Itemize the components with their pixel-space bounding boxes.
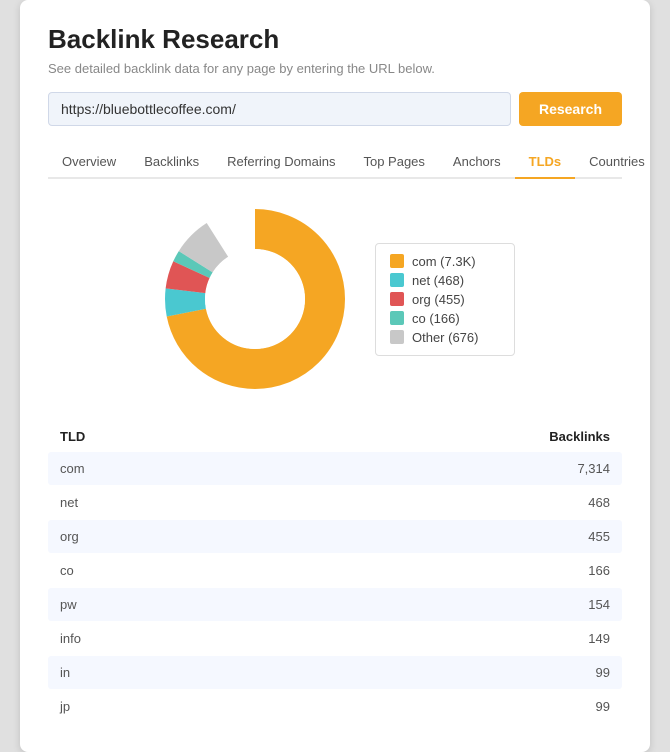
chart-legend: com (7.3K) net (468) org (455) co (166) … — [375, 243, 515, 356]
tab-referring-domains[interactable]: Referring Domains — [213, 146, 349, 179]
backlinks-cell: 99 — [530, 665, 610, 680]
table-row: in 99 — [48, 656, 622, 689]
tab-top-pages[interactable]: Top Pages — [349, 146, 438, 179]
table-row: info 149 — [48, 622, 622, 655]
tld-cell: org — [60, 529, 530, 544]
research-button[interactable]: Research — [519, 92, 622, 126]
donut-chart — [155, 199, 355, 399]
tld-cell: net — [60, 495, 530, 510]
backlinks-cell: 99 — [530, 699, 610, 714]
legend-item: net (468) — [390, 273, 500, 288]
tld-cell: jp — [60, 699, 530, 714]
legend-color-swatch — [390, 273, 404, 287]
table-row: jp 99 — [48, 690, 622, 723]
legend-item: co (166) — [390, 311, 500, 326]
tabs-nav: OverviewBacklinksReferring DomainsTop Pa… — [48, 146, 622, 179]
backlinks-cell: 149 — [530, 631, 610, 646]
page-subtitle: See detailed backlink data for any page … — [48, 61, 622, 76]
legend-item: com (7.3K) — [390, 254, 500, 269]
tld-cell: pw — [60, 597, 530, 612]
backlinks-cell: 455 — [530, 529, 610, 544]
legend-item: Other (676) — [390, 330, 500, 345]
legend-color-swatch — [390, 254, 404, 268]
page-title: Backlink Research — [48, 24, 622, 55]
table-row: com 7,314 — [48, 452, 622, 485]
tld-cell: com — [60, 461, 530, 476]
tld-cell: info — [60, 631, 530, 646]
legend-color-swatch — [390, 311, 404, 325]
col-header-backlinks: Backlinks — [530, 429, 610, 444]
legend-label: com (7.3K) — [412, 254, 476, 269]
chart-section: com (7.3K) net (468) org (455) co (166) … — [48, 199, 622, 399]
tab-countries[interactable]: Countries — [575, 146, 659, 179]
tab-overview[interactable]: Overview — [48, 146, 130, 179]
search-input[interactable] — [48, 92, 511, 126]
legend-color-swatch — [390, 330, 404, 344]
backlinks-cell: 154 — [530, 597, 610, 612]
search-row: Research — [48, 92, 622, 126]
table-row: net 468 — [48, 486, 622, 519]
tld-cell: in — [60, 665, 530, 680]
legend-color-swatch — [390, 292, 404, 306]
table-row: co 166 — [48, 554, 622, 587]
tab-tlds[interactable]: TLDs — [515, 146, 576, 179]
tld-cell: co — [60, 563, 530, 578]
tab-anchors[interactable]: Anchors — [439, 146, 515, 179]
table-row: pw 154 — [48, 588, 622, 621]
table-header: TLD Backlinks — [48, 423, 622, 450]
backlinks-cell: 166 — [530, 563, 610, 578]
backlinks-cell: 7,314 — [530, 461, 610, 476]
main-card: Backlink Research See detailed backlink … — [20, 0, 650, 752]
legend-label: org (455) — [412, 292, 465, 307]
tab-backlinks[interactable]: Backlinks — [130, 146, 213, 179]
legend-item: org (455) — [390, 292, 500, 307]
table-body: com 7,314 net 468 org 455 co 166 pw 154 … — [48, 452, 622, 723]
table-row: org 455 — [48, 520, 622, 553]
legend-label: net (468) — [412, 273, 464, 288]
table-section: TLD Backlinks com 7,314 net 468 org 455 … — [48, 423, 622, 723]
col-header-tld: TLD — [60, 429, 530, 444]
backlinks-cell: 468 — [530, 495, 610, 510]
legend-label: co (166) — [412, 311, 460, 326]
legend-label: Other (676) — [412, 330, 478, 345]
